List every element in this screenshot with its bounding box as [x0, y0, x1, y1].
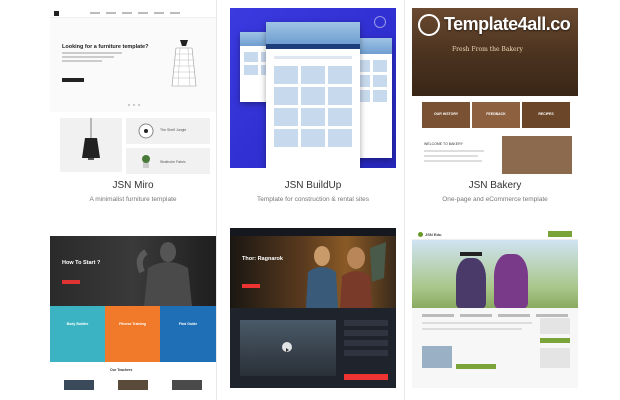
template-thumbnail[interactable]: Looking for a furniture template? The Sh… [50, 8, 216, 176]
sidebar-item [344, 350, 388, 356]
preview-section-title: WELCOME TO BAKERY [424, 142, 463, 146]
program-panel: Find Guide [160, 306, 216, 362]
product-tile: The Shelf Jungle [126, 118, 210, 144]
preview-page-main [266, 22, 360, 168]
stool-icon [171, 40, 197, 87]
preview-heading: How To Start ? [62, 260, 101, 266]
template-thumbnail[interactable]: How To Start ? Body Builder Fitness Trai… [50, 228, 216, 390]
decorative-circle [374, 16, 386, 28]
preview-features [422, 314, 568, 317]
preview-nav-button [548, 231, 572, 237]
graduate-figure [456, 258, 486, 308]
preview-navbar [50, 8, 216, 18]
template-card-fitness[interactable]: How To Start ? Body Builder Fitness Trai… [50, 228, 216, 396]
preview-logo [54, 11, 59, 16]
preview-button [62, 78, 84, 82]
preview-heading: Thor: Ragnarok [242, 256, 283, 262]
template-title[interactable]: JSN BuildUp [230, 180, 396, 191]
preview-photo [422, 346, 452, 368]
preview-cta-button [344, 374, 388, 380]
template-title[interactable]: JSN Miro [50, 180, 216, 191]
template-description: Template for construction & rental sites [257, 196, 369, 203]
watermark-logo-icon [418, 14, 440, 36]
template-card-miro[interactable]: Looking for a furniture template? The Sh… [50, 8, 216, 220]
preview-heading: Looking for a furniture template? [62, 44, 149, 50]
sidebar-item [344, 320, 388, 326]
template-title[interactable]: JSN Bakery [412, 180, 578, 191]
preview-teachers: Our Teachers [50, 362, 216, 390]
preview-logo-text: JSN Edu [425, 232, 442, 237]
logo-icon [418, 232, 423, 237]
slider-dots[interactable] [128, 104, 140, 106]
product-label: The Shelf Jungle [160, 128, 187, 132]
athlete-silhouette-icon [136, 242, 192, 306]
clock-icon [138, 123, 154, 139]
template-card-education[interactable]: JSN Edu [412, 228, 578, 396]
preview-navbar: JSN Edu [412, 228, 578, 240]
preview-button [62, 280, 80, 284]
preview-products: The Shelf Jungle Stratholm Fabric [50, 112, 216, 176]
template-thumbnail[interactable]: JSN Edu [412, 228, 578, 388]
feature-box: FEEDBACK [472, 102, 520, 128]
template-description: A minimalist furniture template [89, 196, 177, 203]
preview-navbar [50, 228, 216, 236]
play-icon[interactable] [282, 342, 292, 352]
preview-navbar [230, 228, 396, 236]
sidebar-item [344, 340, 388, 346]
watermark-text: Template4all.co [444, 14, 571, 34]
graduate-figure [494, 254, 528, 308]
plant-icon [142, 155, 150, 168]
feature-box: RECIPES [522, 102, 570, 128]
lamp-icon [82, 118, 100, 160]
preview-button [242, 284, 260, 288]
template-thumbnail[interactable]: Template4all.co Fresh From the Bakery OU… [412, 8, 578, 176]
preview-tagline: Fresh From the Bakery [452, 46, 523, 53]
template-thumbnail[interactable]: Thor: Ragnarok [230, 228, 396, 388]
product-tile: Stratholm Fabric [126, 148, 210, 174]
preview-green-bar [456, 364, 496, 369]
lamp-image [60, 118, 122, 172]
program-panel: Body Builder [50, 306, 105, 362]
template-description: One-page and eCommerce template [442, 196, 548, 203]
product-label: Stratholm Fabric [160, 160, 186, 164]
sidebar-item [344, 330, 388, 336]
preview-menu [90, 12, 180, 14]
template-thumbnail[interactable] [230, 8, 396, 168]
feature-box: OUR HISTORY [422, 102, 470, 128]
template-card-movie[interactable]: Thor: Ragnarok [230, 228, 396, 396]
template-card-buildup[interactable]: JSN BuildUp Template for construction & … [230, 8, 396, 220]
program-panel: Fitness Training [105, 306, 160, 362]
preview-gallery [274, 66, 352, 147]
movie-characters-icon [306, 242, 386, 308]
preview-menu-bar [266, 44, 360, 49]
preview-section-title: Our Teachers [110, 368, 133, 372]
template-card-bakery[interactable]: Template4all.co Fresh From the Bakery OU… [412, 8, 578, 220]
graduation-cap-icon [460, 252, 482, 256]
preview-header [266, 22, 360, 44]
bakery-photo [502, 136, 572, 174]
preview-subtext [62, 52, 132, 62]
column-divider [404, 0, 405, 400]
column-divider [216, 0, 217, 400]
preview-green-bar [540, 338, 570, 343]
